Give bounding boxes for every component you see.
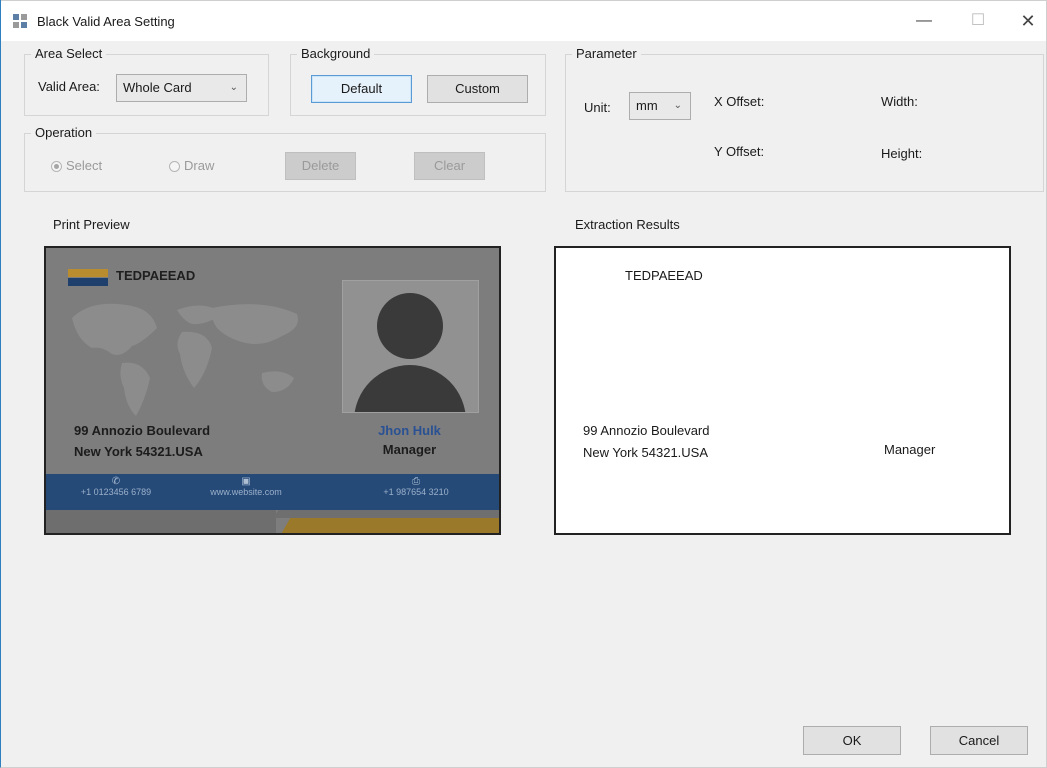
card-address-line1: 99 Annozio Boulevard (74, 423, 211, 438)
chevron-down-icon: ⌄ (229, 82, 238, 93)
default-button[interactable]: Default (311, 75, 412, 103)
card-stripe (46, 510, 276, 533)
card-phone1-text: +1 0123456 6789 (80, 487, 152, 497)
result-address-line2: New York 54321.USA (583, 445, 709, 460)
logo-icon (68, 278, 108, 286)
select-radio[interactable]: Select (51, 158, 102, 173)
extraction-results-panel: TEDPAEEAD 99 Annozio Boulevard New York … (554, 246, 1011, 535)
card-address-line2: New York 54321.USA (74, 444, 203, 459)
clear-button[interactable]: Clear (414, 152, 485, 180)
radio-selected-icon (51, 161, 62, 172)
chevron-down-icon: ⌄ (673, 100, 682, 111)
valid-area-label: Valid Area: (38, 79, 100, 94)
operation-group: Operation Select Draw Delete Clear (24, 125, 546, 192)
dialog-window: Black Valid Area Setting — ☐ ✕ Area Sele… (0, 0, 1047, 768)
cancel-button[interactable]: Cancel (930, 726, 1028, 755)
card-stripe (273, 510, 499, 518)
card-phone1: ✆ +1 0123456 6789 (56, 476, 176, 498)
select-radio-label: Select (66, 158, 103, 173)
draw-radio-label: Draw (184, 158, 215, 173)
logo-icon (68, 269, 108, 277)
parameter-group: Parameter Unit: mm ⌄ X Offset: Y Offset:… (565, 46, 1044, 192)
result-address-line1: 99 Annozio Boulevard (583, 423, 710, 438)
valid-area-combo[interactable]: Whole Card ⌄ (116, 74, 247, 102)
monitor-icon: ▣ (241, 476, 251, 487)
card-website: ▣ www.website.com (186, 476, 306, 498)
unit-combo[interactable]: mm ⌄ (629, 92, 691, 120)
radio-unselected-icon (169, 161, 180, 172)
operation-legend: Operation (31, 125, 97, 141)
valid-area-value: Whole Card (123, 80, 192, 95)
print-preview-label: Print Preview (53, 217, 130, 232)
result-company: TEDPAEEAD (625, 268, 703, 283)
print-preview-card[interactable]: TEDPAEEAD 99 Annozio Boulevard New York … (44, 246, 501, 535)
printer-icon: ⎙ (412, 476, 420, 487)
card-footer: ✆ +1 0123456 6789 ▣ www.website.com ⎙ +1 98… (46, 474, 499, 510)
avatar-body-icon (354, 365, 466, 412)
background-group: Background Default Custom (290, 46, 546, 116)
avatar-head-icon (377, 293, 443, 359)
card-name: Jhon Hulk (378, 423, 441, 438)
window-title: Black Valid Area Setting (37, 14, 175, 29)
parameter-legend: Parameter (572, 46, 641, 62)
background-legend: Background (297, 46, 375, 62)
close-icon[interactable]: ✕ (1005, 1, 1047, 41)
app-icon (13, 14, 29, 28)
area-select-group: Area Select Valid Area: Whole Card ⌄ (24, 46, 269, 116)
ok-button[interactable]: OK (803, 726, 901, 755)
card-website-text: www.website.com (210, 487, 282, 497)
delete-button[interactable]: Delete (285, 152, 356, 180)
card-company: TEDPAEEAD (116, 268, 196, 283)
y-offset-label: Y Offset: (714, 144, 765, 159)
result-role: Manager (884, 442, 936, 457)
card-role: Manager (382, 442, 437, 457)
area-select-legend: Area Select (31, 46, 107, 62)
card-phone2: ⎙ +1 987654 3210 (356, 476, 476, 498)
draw-radio[interactable]: Draw (169, 158, 214, 173)
height-label: Height: (881, 146, 923, 161)
card-phone2-text: +1 987654 3210 (383, 487, 449, 497)
custom-button[interactable]: Custom (427, 75, 528, 103)
avatar (342, 280, 479, 413)
world-map-icon (72, 303, 298, 416)
minimize-icon[interactable]: — (901, 1, 947, 41)
card-gold-stripe (281, 518, 499, 533)
title-bar: Black Valid Area Setting — ☐ ✕ (1, 0, 1046, 41)
unit-label: Unit: (584, 100, 611, 115)
x-offset-label: X Offset: (714, 94, 765, 109)
extraction-results-label: Extraction Results (575, 217, 680, 232)
width-label: Width: (881, 94, 918, 109)
phone-icon: ✆ (111, 476, 121, 487)
maximize-icon[interactable]: ☐ (955, 1, 1001, 41)
unit-value: mm (636, 98, 658, 113)
